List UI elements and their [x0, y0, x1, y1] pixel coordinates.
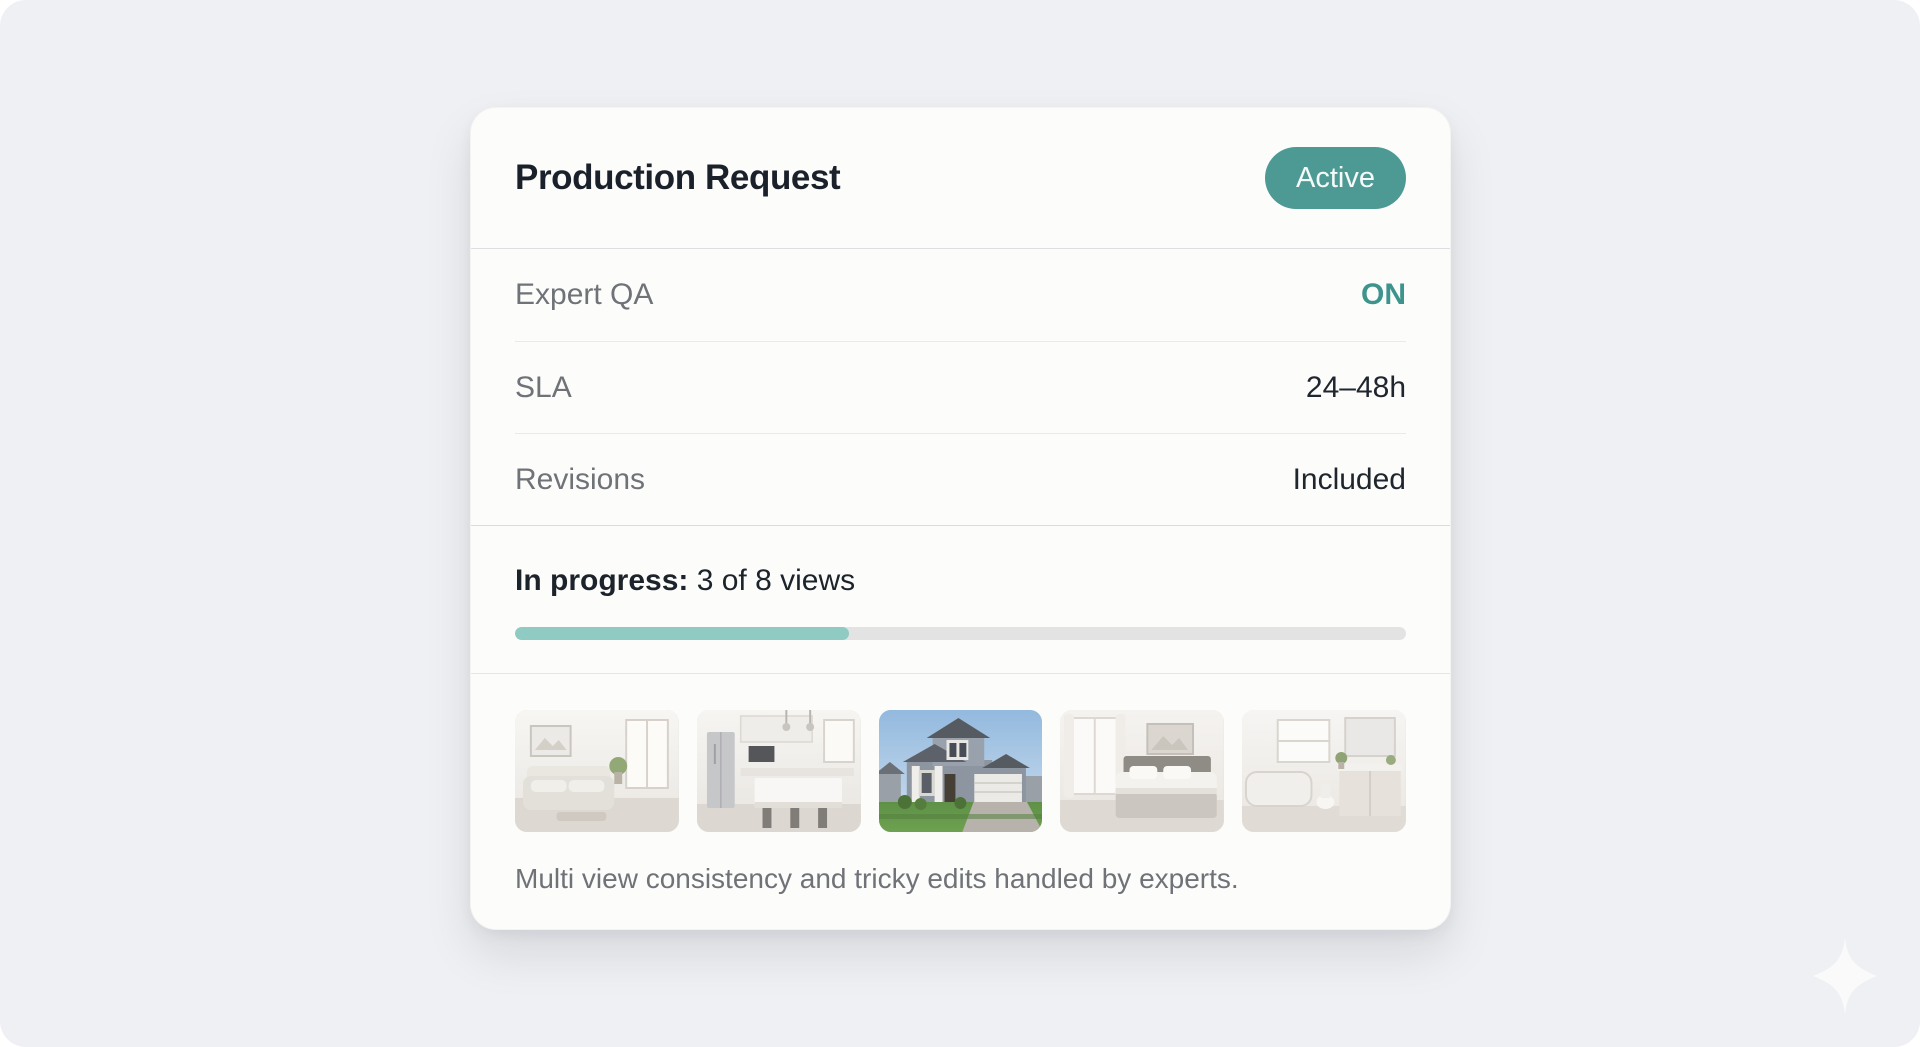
row-label: Revisions: [515, 463, 645, 497]
row-value: ON: [1361, 278, 1406, 312]
media-section: Multi view consistency and tricky edits …: [471, 674, 1450, 929]
card-header: Production Request Active: [471, 108, 1450, 248]
progress-label-prefix: In progress:: [515, 564, 688, 597]
detail-row-expert-qa: Expert QA ON: [515, 249, 1406, 341]
progress-fill: [515, 627, 849, 640]
kitchen-photo-icon: [697, 710, 861, 832]
thumbnail-living-room[interactable]: [515, 710, 679, 832]
production-request-card: Production Request Active Expert QA ON S…: [470, 107, 1451, 930]
page-title: Production Request: [515, 158, 840, 198]
thumbnail-kitchen[interactable]: [697, 710, 861, 832]
living-room-photo-icon: [515, 710, 679, 832]
bedroom-photo-icon: [1060, 710, 1224, 832]
thumbnail-bathroom[interactable]: [1242, 710, 1406, 832]
detail-rows: Expert QA ON SLA 24–48h Revisions Includ…: [471, 248, 1450, 526]
row-value: 24–48h: [1306, 371, 1406, 405]
card-caption: Multi view consistency and tricky edits …: [515, 863, 1406, 895]
row-value: Included: [1293, 463, 1406, 497]
status-badge[interactable]: Active: [1265, 147, 1406, 209]
row-label: Expert QA: [515, 278, 653, 312]
house-exterior-photo-icon: [879, 710, 1043, 832]
progress-label-suffix: 3 of 8 views: [697, 564, 855, 597]
page-background: Production Request Active Expert QA ON S…: [0, 0, 1920, 1047]
thumbnail-bedroom[interactable]: [1060, 710, 1224, 832]
row-label: SLA: [515, 371, 572, 405]
sparkle-watermark-icon: [1813, 938, 1877, 1014]
thumbnail-house-exterior[interactable]: [879, 710, 1043, 832]
progress-bar: [515, 627, 1406, 640]
progress-label: In progress: 3 of 8 views: [515, 563, 1406, 599]
thumbnail-strip: [515, 710, 1406, 832]
detail-row-sla: SLA 24–48h: [515, 341, 1406, 433]
progress-section: In progress: 3 of 8 views: [471, 526, 1450, 674]
bathroom-photo-icon: [1242, 710, 1406, 832]
detail-row-revisions: Revisions Included: [515, 433, 1406, 525]
